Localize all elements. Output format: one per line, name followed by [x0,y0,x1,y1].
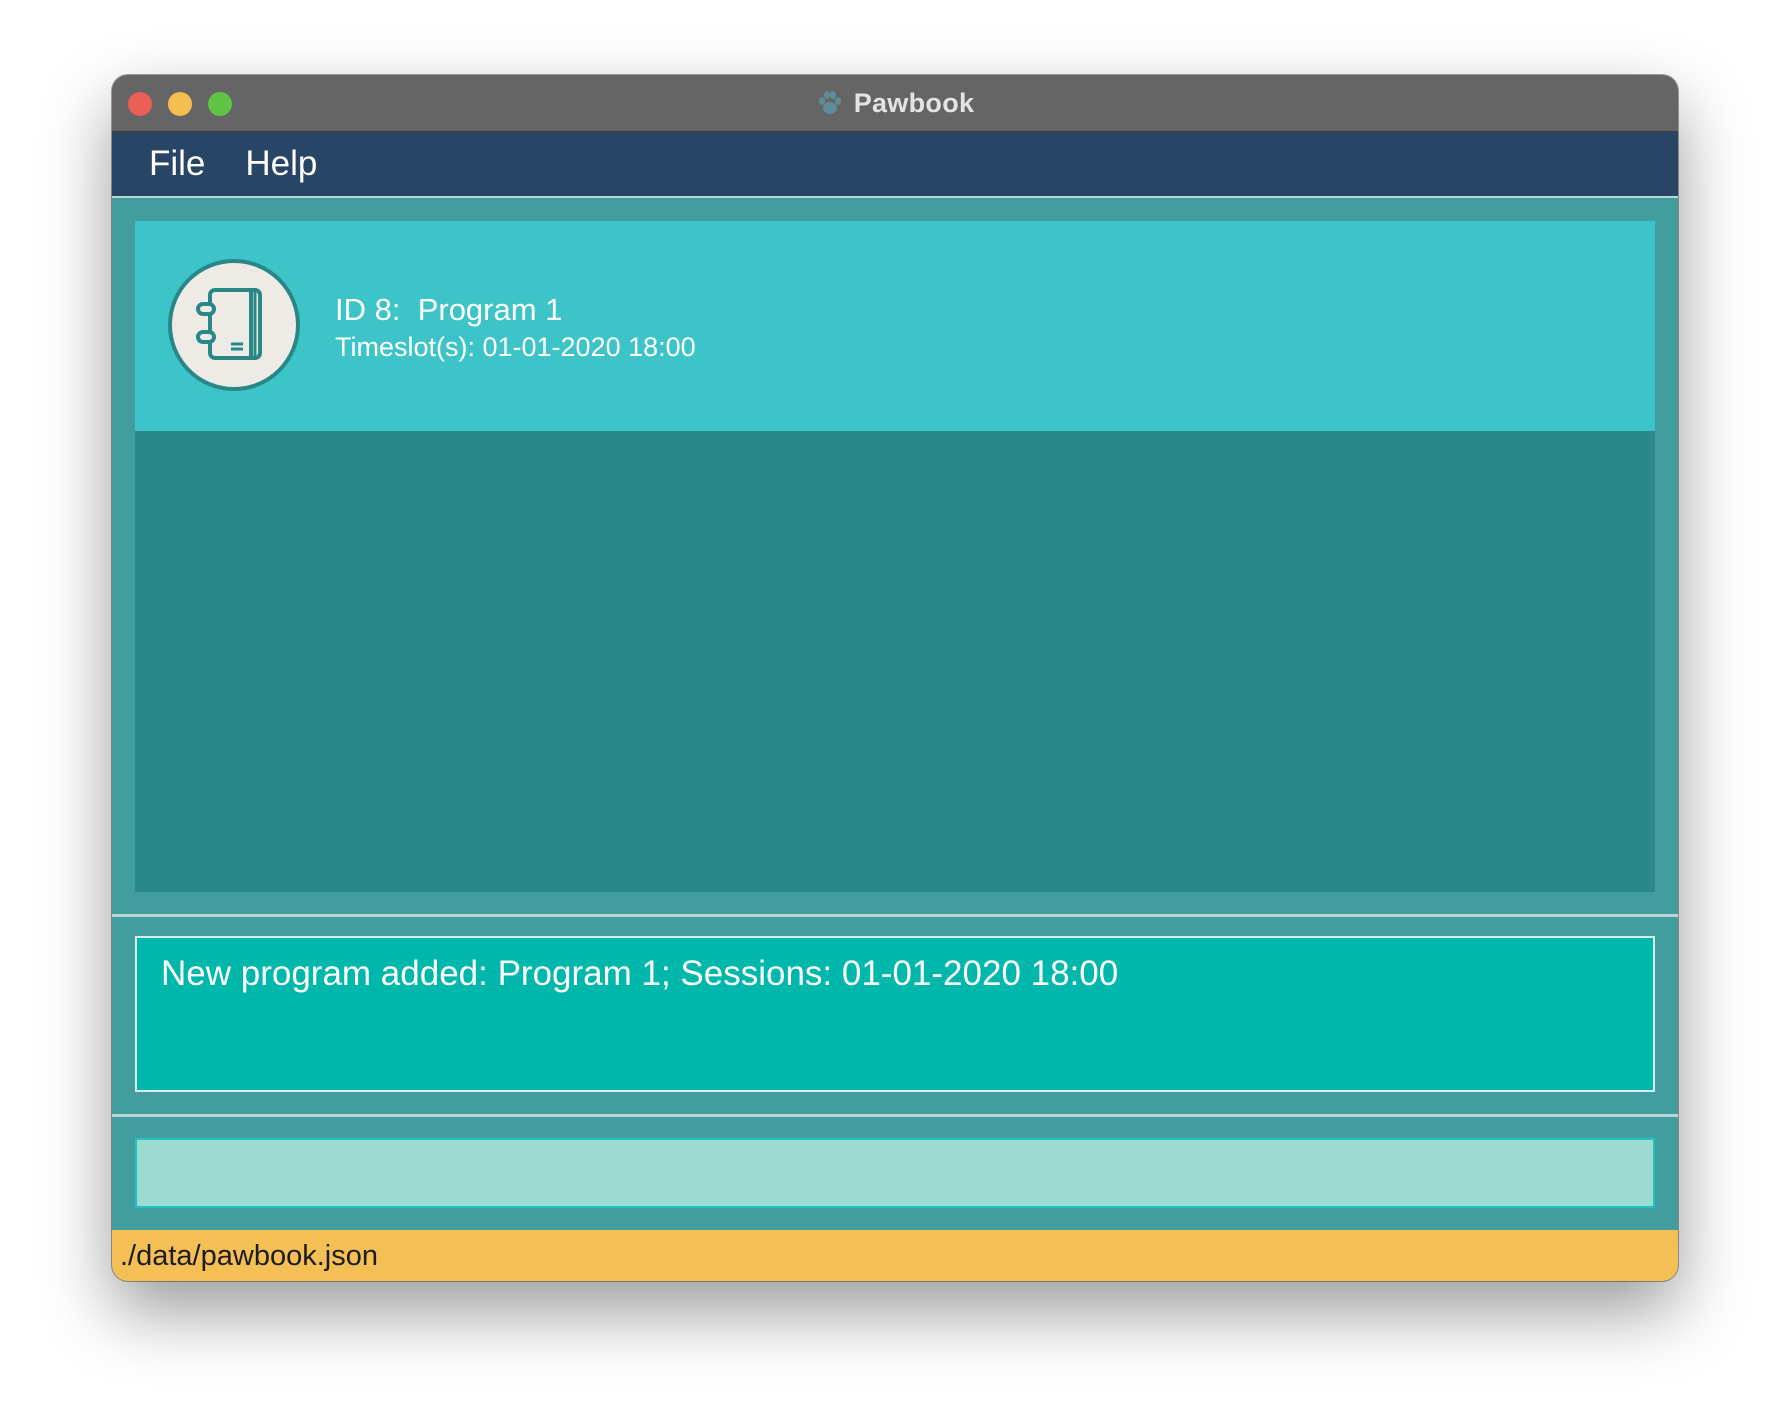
notebook-icon [168,259,300,391]
program-timeslot: Timeslot(s): 01-01-2020 18:00 [335,332,696,362]
menu-help[interactable]: Help [245,144,317,184]
paw-icon [818,91,841,114]
status-bar: ./data/pawbook.json [112,1230,1678,1281]
save-location: ./data/pawbook.json [120,1240,378,1272]
window-title: Pawbook [853,87,975,118]
list-item[interactable]: ID 8: Program 1 Timeslot(s): 01-01-2020 … [135,221,1655,431]
program-title: ID 8: Program 1 [335,292,563,327]
command-input[interactable] [135,1138,1655,1208]
result-message: New program added: Program 1; Sessions: … [161,954,1119,993]
program-list-panel[interactable]: ID 8: Program 1 Timeslot(s): 01-01-2020 … [135,221,1655,892]
title-bar: Pawbook [112,75,1678,132]
menu-file[interactable]: File [149,144,205,184]
result-display: New program added: Program 1; Sessions: … [135,936,1655,1092]
window-title-wrap: Pawbook [112,75,1678,131]
divider [112,1114,1678,1117]
menu-bar: File Help [112,132,1678,198]
divider [112,914,1678,917]
app-window: Pawbook File Help ID 8: Program 1 Timesl… [112,75,1678,1281]
